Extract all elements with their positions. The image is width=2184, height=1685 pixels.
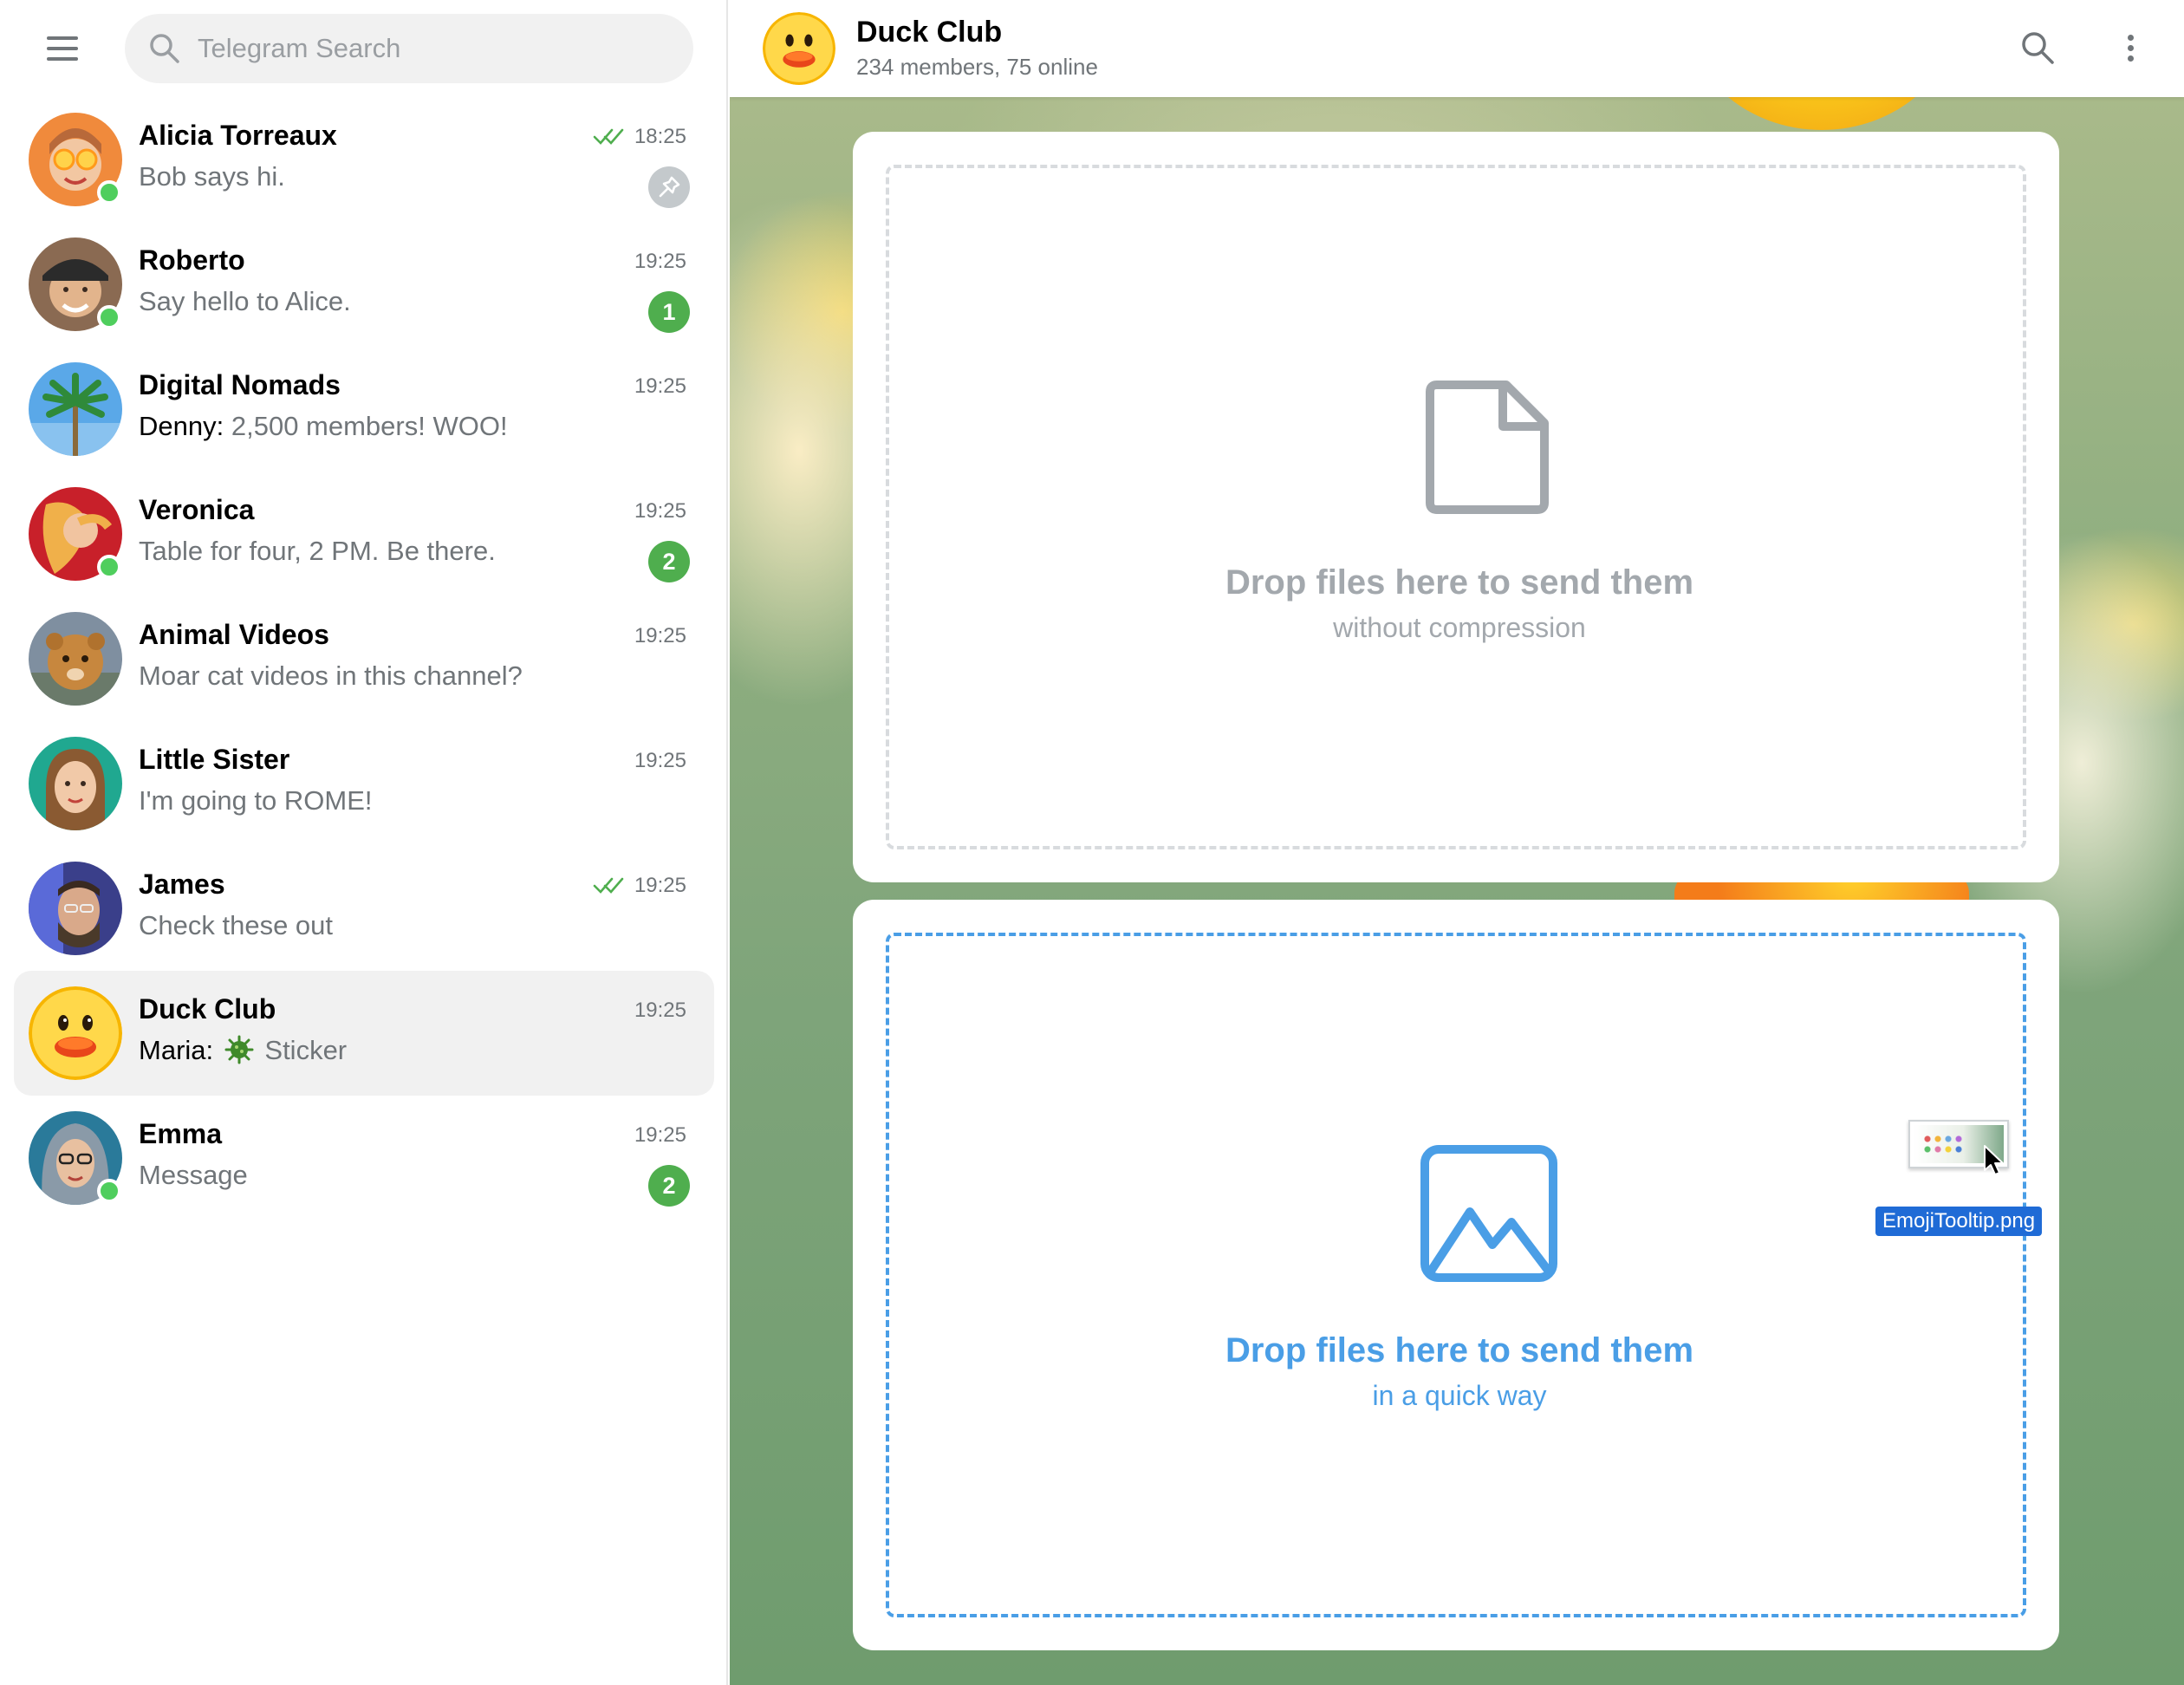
chat-preview: Bob says hi.	[139, 161, 285, 192]
chat-name: Alicia Torreaux	[139, 120, 337, 151]
chat-area: Duck Club 234 members, 75 online Drop fi…	[730, 0, 2184, 1685]
unread-badge: 1	[648, 291, 690, 333]
file-icon	[1426, 381, 1549, 514]
preview-text: 2,500 members! WOO!	[231, 411, 508, 441]
avatar	[29, 862, 122, 955]
chat-preview: Check these out	[139, 910, 334, 940]
chat-name: Digital Nomads	[139, 369, 341, 400]
chat-preview: Table for four, 2 PM. Be there.	[139, 536, 496, 566]
chat-name: Duck Club	[139, 993, 276, 1025]
unread-badge: 2	[648, 541, 690, 582]
sticker-icon	[224, 1035, 254, 1064]
chat-time: 19:25	[634, 749, 686, 772]
sidebar-header	[0, 0, 728, 97]
chat-subtitle: 234 members, 75 online	[856, 54, 1098, 80]
chat-header[interactable]: Duck Club 234 members, 75 online	[730, 0, 2184, 97]
preview-text: Sticker	[264, 1035, 348, 1065]
chat-item-james[interactable]: James 19:25 Check these out	[14, 846, 714, 971]
drag-file-name: EmojiTooltip.png	[1875, 1207, 2043, 1236]
preview-sender: Denny:	[139, 411, 224, 441]
sidebar: Alicia Torreaux 18:25 Bob says hi.	[0, 0, 728, 1685]
drop-zone-media[interactable]: Drop files here to send them in a quick …	[886, 933, 2043, 1617]
chat-name: Roberto	[139, 244, 245, 276]
drop-title: Drop files here to send them	[1225, 563, 1694, 602]
search-icon[interactable]	[2016, 26, 2061, 71]
cursor-icon	[1984, 1145, 2004, 1175]
chat-item-duck-club[interactable]: Duck Club 19:25 Maria: Sticker	[14, 971, 714, 1096]
chat-preview: Denny: 2,500 members! WOO!	[139, 411, 508, 442]
chat-title: Duck Club	[856, 16, 1003, 49]
avatar	[29, 612, 122, 706]
chat-name: Little Sister	[139, 744, 290, 775]
drop-card-media: Drop files here to send them in a quick …	[853, 900, 2059, 1650]
chat-item-animal-videos[interactable]: Animal Videos 19:25 Moar cat videos in t…	[14, 596, 714, 721]
drop-subtitle: in a quick way	[1372, 1380, 1547, 1411]
online-indicator	[97, 180, 121, 205]
drop-card-files: Drop files here to send them without com…	[853, 132, 2059, 882]
chat-preview: Moar cat videos in this channel?	[139, 660, 523, 691]
chat-item-veronica[interactable]: Veronica 19:25 Table for four, 2 PM. Be …	[14, 472, 714, 596]
chat-preview: Maria: Sticker	[139, 1035, 347, 1066]
double-check-icon	[593, 128, 624, 145]
chat-name: Animal Videos	[139, 619, 329, 650]
chat-time: 19:25	[634, 999, 686, 1022]
search-box[interactable]	[125, 14, 693, 83]
chat-avatar[interactable]	[763, 12, 835, 85]
chat-name: James	[139, 869, 225, 900]
chat-preview: I'm going to ROME!	[139, 785, 373, 816]
chat-name: Emma	[139, 1118, 223, 1149]
chat-time: 19:25	[634, 250, 686, 273]
chat-list: Alicia Torreaux 18:25 Bob says hi. Rober…	[14, 97, 714, 1220]
drop-title: Drop files here to send them	[1225, 1331, 1694, 1369]
chat-time: 19:25	[634, 499, 686, 523]
online-indicator	[97, 555, 121, 579]
online-indicator	[97, 1179, 121, 1203]
unread-badge: 2	[648, 1165, 690, 1207]
chat-item-digital-nomads[interactable]: Digital Nomads 19:25 Denny: 2,500 member…	[14, 347, 714, 472]
drop-zone-files[interactable]: Drop files here to send them without com…	[886, 165, 2026, 849]
chat-preview: Say hello to Alice.	[139, 286, 351, 316]
avatar	[29, 362, 122, 456]
photo-icon	[1420, 1145, 1557, 1282]
chat-time: 18:25	[634, 125, 686, 148]
chat-item-roberto[interactable]: Roberto 19:25 Say hello to Alice. 1	[14, 222, 714, 347]
avatar	[29, 737, 122, 830]
chat-time: 19:25	[634, 874, 686, 897]
chat-item-alicia-torreaux[interactable]: Alicia Torreaux 18:25 Bob says hi.	[14, 97, 714, 222]
chat-time: 19:25	[634, 624, 686, 647]
chat-preview: Message	[139, 1160, 248, 1190]
search-icon	[150, 34, 179, 63]
chat-time: 19:25	[634, 1123, 686, 1147]
chat-item-little-sister[interactable]: Little Sister 19:25 I'm going to ROME!	[14, 721, 714, 846]
avatar	[29, 986, 122, 1080]
chat-name: Veronica	[139, 494, 255, 525]
pin-icon	[648, 166, 690, 208]
more-vertical-icon[interactable]	[2108, 26, 2153, 71]
chat-time: 19:25	[634, 374, 686, 398]
online-indicator	[97, 305, 121, 329]
double-check-icon	[593, 877, 624, 894]
chat-item-emma[interactable]: Emma 19:25 Message 2	[14, 1096, 714, 1220]
hamburger-icon[interactable]	[35, 26, 90, 71]
search-input[interactable]	[198, 14, 674, 83]
drop-subtitle: without compression	[1333, 612, 1586, 643]
preview-sender: Maria:	[139, 1035, 214, 1065]
